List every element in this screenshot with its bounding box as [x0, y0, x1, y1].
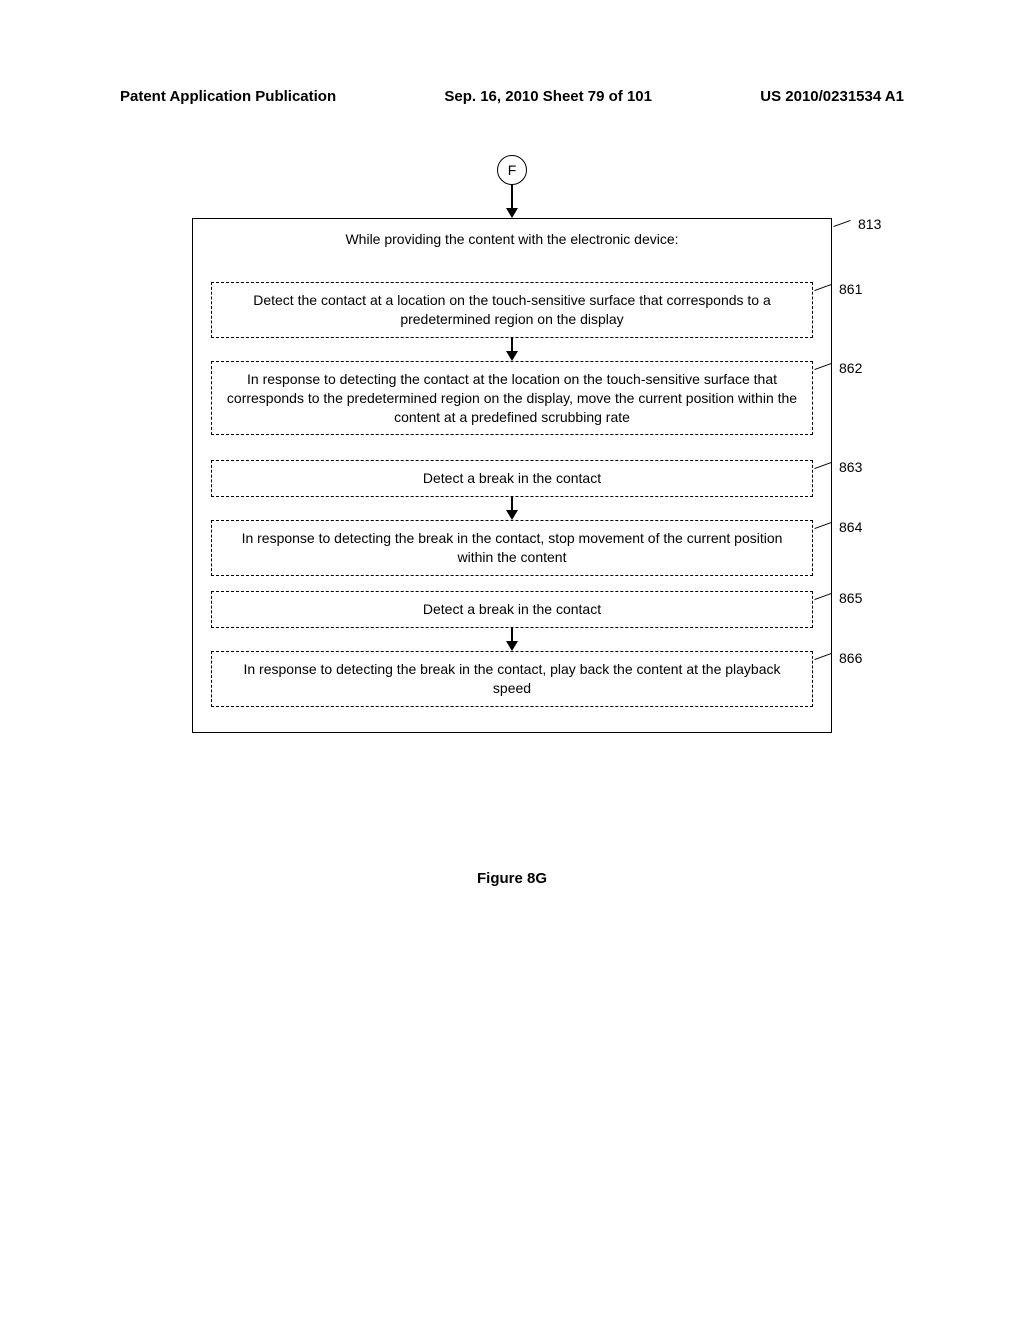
ref-863: 863 — [839, 458, 862, 477]
box-866: 866 In response to detecting the break i… — [211, 651, 813, 707]
box-862: 862 In response to detecting the contact… — [211, 361, 813, 436]
connector-label: F — [508, 162, 517, 178]
header-center: Sep. 16, 2010 Sheet 79 of 101 — [444, 88, 652, 105]
figure-label: Figure 8G — [0, 870, 1024, 887]
box-864-text: In response to detecting the break in th… — [242, 530, 783, 565]
ref-861: 861 — [839, 280, 862, 299]
ref-864: 864 — [839, 518, 862, 537]
box-862-text: In response to detecting the contact at … — [227, 371, 797, 425]
header-right: US 2010/0231534 A1 — [760, 88, 904, 105]
box-866-text: In response to detecting the break in th… — [243, 661, 780, 696]
ref-813: 813 — [858, 216, 881, 232]
box-861-text: Detect the contact at a location on the … — [253, 292, 771, 327]
arrow-863-864 — [211, 497, 813, 520]
connector-f: F — [497, 155, 527, 185]
arrow-861-862 — [211, 338, 813, 361]
box-864: 864 In response to detecting the break i… — [211, 520, 813, 576]
box-865-text: Detect a break in the contact — [423, 601, 601, 617]
ref-866: 866 — [839, 649, 862, 668]
flowchart: F 813 While providing the content with t… — [192, 155, 832, 733]
box-863-text: Detect a break in the contact — [423, 470, 601, 486]
box-863: 863 Detect a break in the contact — [211, 460, 813, 497]
ref-862: 862 — [839, 359, 862, 378]
box-861: 861 Detect the contact at a location on … — [211, 282, 813, 338]
page-header: Patent Application Publication Sep. 16, … — [0, 88, 1024, 105]
outer-box-title: While providing the content with the ele… — [211, 231, 813, 247]
box-865: 865 Detect a break in the contact — [211, 591, 813, 628]
header-left: Patent Application Publication — [120, 88, 336, 105]
ref-865: 865 — [839, 589, 862, 608]
arrow-connector — [192, 185, 832, 218]
arrow-865-866 — [211, 628, 813, 651]
outer-box: 813 While providing the content with the… — [192, 218, 832, 733]
